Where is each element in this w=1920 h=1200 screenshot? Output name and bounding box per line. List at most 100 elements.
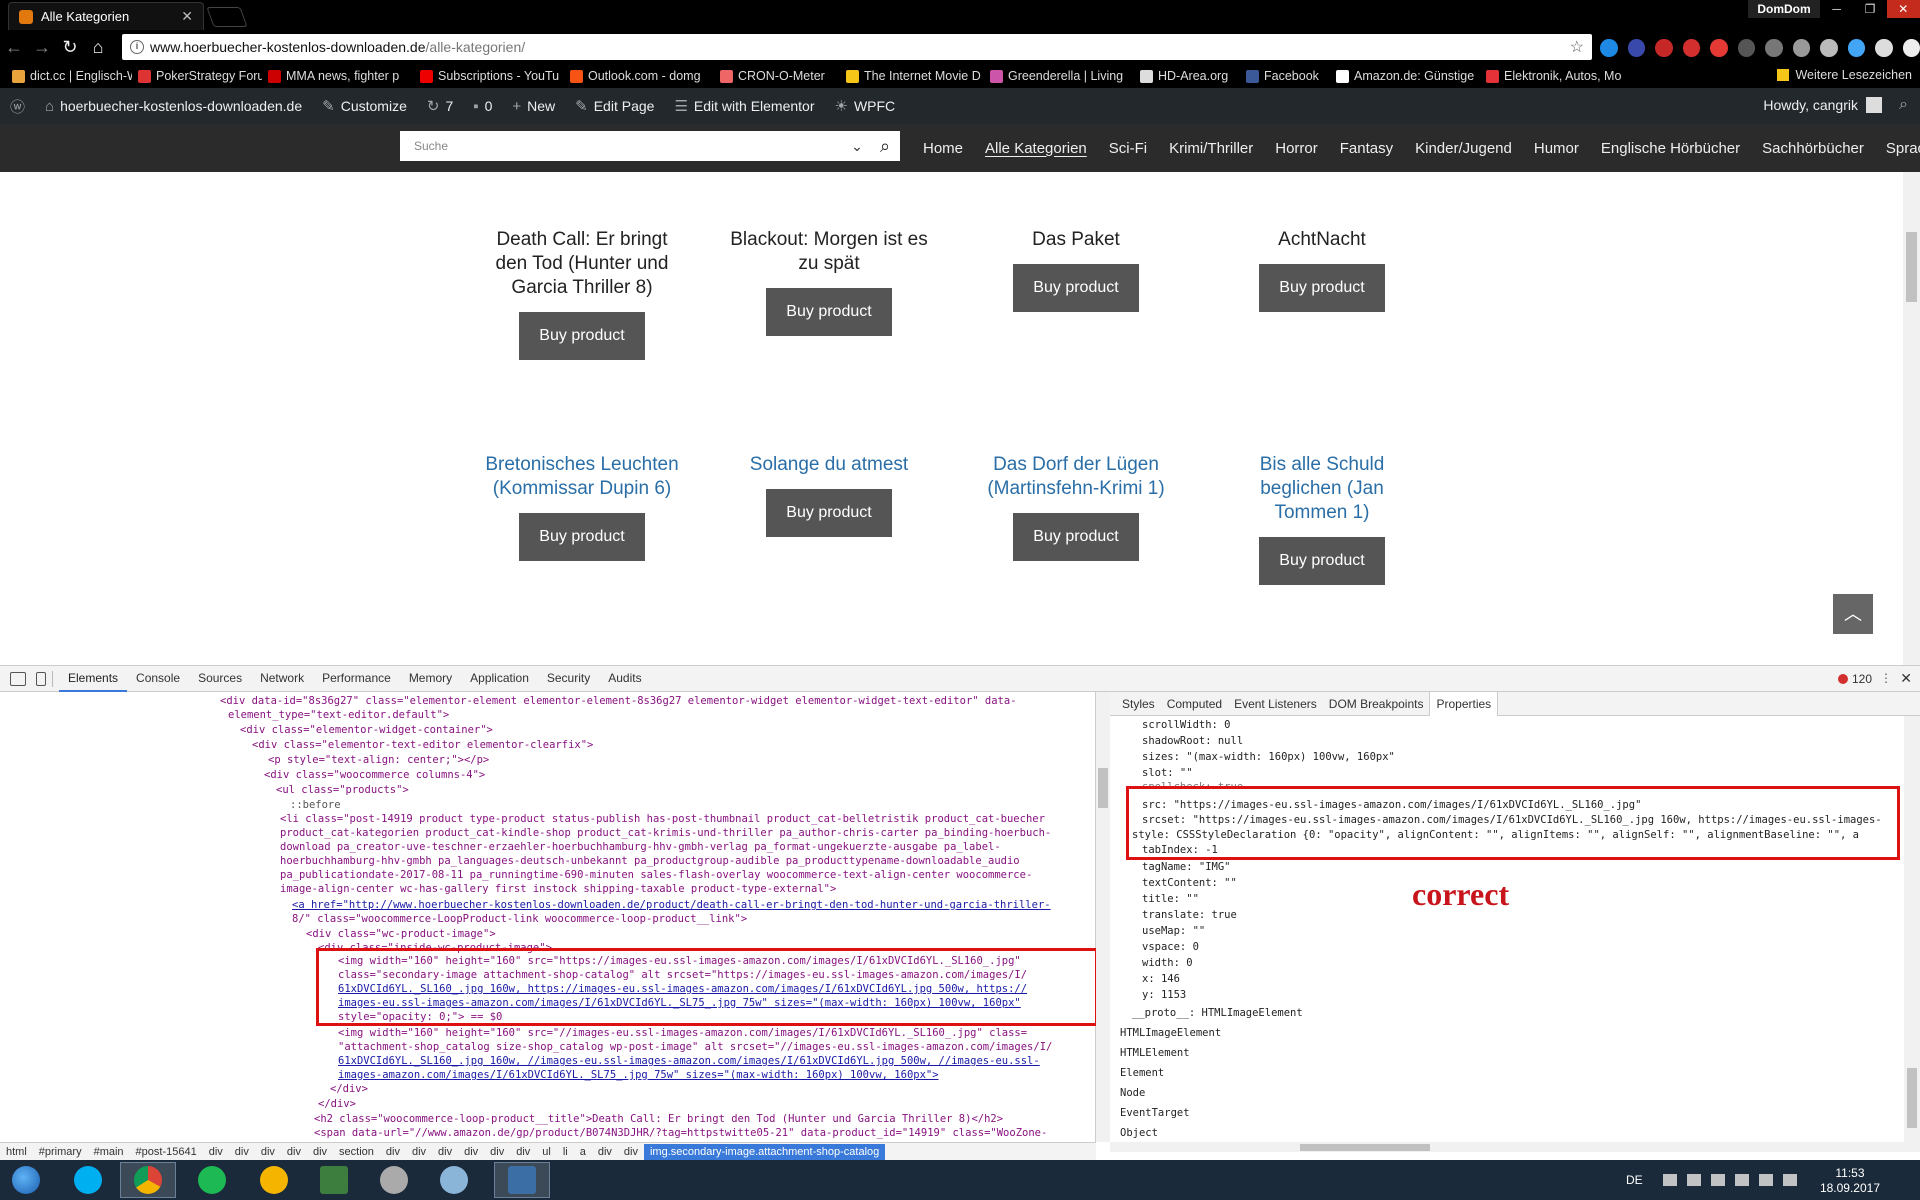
scrollbar-thumb[interactable] [1098, 768, 1108, 808]
properties-scrollbar[interactable] [1904, 716, 1920, 1142]
tab-styles[interactable]: Styles [1116, 692, 1161, 716]
horizontal-scrollbar[interactable] [1110, 1142, 1920, 1152]
property-line[interactable]: slot: "" [1142, 766, 1193, 780]
menu-item-sci-fi[interactable]: Sci-Fi [1098, 140, 1158, 157]
search-icon[interactable]: ⌕ [870, 136, 900, 157]
breadcrumb-item[interactable]: #primary [33, 1146, 88, 1158]
menu-item-krimi-thriller[interactable]: Krimi/Thriller [1158, 140, 1264, 157]
dom-line[interactable]: <a href="http://www.hoerbuecher-kostenlo… [292, 898, 1051, 912]
more-options-icon[interactable]: ⋮ [1880, 671, 1892, 685]
dom-line[interactable]: <img width="160" height="160" src="//ima… [338, 1026, 1027, 1040]
profile-button[interactable]: DomDom [1748, 0, 1820, 18]
error-counter[interactable]: 120 [1837, 672, 1872, 686]
language-indicator[interactable]: DE [1626, 1173, 1643, 1187]
prototype-line[interactable]: HTMLElement [1120, 1046, 1190, 1060]
tab-performance[interactable]: Performance [313, 665, 400, 692]
breadcrumb-item[interactable]: div [229, 1146, 255, 1158]
taskbar-app-terminal[interactable] [306, 1162, 362, 1198]
scrollbar-thumb[interactable] [1907, 1068, 1917, 1128]
extension-icon[interactable] [1875, 39, 1893, 57]
back-icon[interactable]: ← [0, 37, 28, 58]
taskbar-app-skype[interactable] [60, 1162, 116, 1198]
tab-console[interactable]: Console [127, 665, 189, 692]
bookmark-item[interactable]: dict.cc | Englisch-Wö [6, 69, 132, 83]
property-line[interactable]: y: 1153 [1142, 988, 1186, 1002]
property-line[interactable]: shadowRoot: null [1142, 734, 1243, 748]
breadcrumb-item[interactable]: div [510, 1146, 536, 1158]
breadcrumb-item[interactable]: div [618, 1146, 644, 1158]
product-title[interactable]: Blackout: Morgen ist es zu spät [704, 228, 954, 276]
wp-account-menu[interactable]: Howdy, cangrik [1763, 97, 1882, 113]
property-line[interactable]: tagName: "IMG" [1142, 860, 1231, 874]
search-icon[interactable]: ⌕ [1899, 96, 1908, 114]
minimize-icon[interactable]: ─ [1820, 0, 1853, 18]
product-title[interactable]: Bretonisches Leuchten (Kommissar Dupin 6) [457, 453, 707, 501]
breadcrumb-item[interactable]: div [592, 1146, 618, 1158]
dom-line[interactable]: <div class="elementor-widget-container"> [240, 723, 493, 737]
properties-panel[interactable]: scrollWidth: 0 shadowRoot: null sizes: "… [1110, 716, 1920, 1142]
extension-icon[interactable] [1792, 39, 1810, 57]
inspect-element-icon[interactable] [10, 671, 26, 686]
dom-line[interactable]: <li class="post-14919 product type-produ… [280, 812, 1045, 826]
breadcrumb-item[interactable]: div [432, 1146, 458, 1158]
tab-audits[interactable]: Audits [599, 665, 650, 692]
tab-properties[interactable]: Properties [1429, 691, 1499, 716]
restore-icon[interactable]: ❐ [1853, 0, 1886, 18]
elements-panel[interactable]: <div data-id="8s36g27" class="elementor-… [0, 692, 1096, 1142]
search-input[interactable]: Suche [400, 139, 844, 153]
breadcrumb-item[interactable]: a [574, 1146, 592, 1158]
property-line[interactable]: x: 146 [1142, 972, 1180, 986]
property-line[interactable]: scrollWidth: 0 [1142, 718, 1231, 732]
dom-line[interactable]: <ul class="products"> [276, 783, 409, 797]
address-bar[interactable]: i www.hoerbuecher-kostenlos-downloaden.d… [122, 34, 1592, 60]
extension-icon[interactable] [1655, 39, 1673, 57]
dom-line[interactable]: hoerbuchhamburg-hhv-gmbh pa_languages-de… [280, 854, 1020, 868]
buy-product-button[interactable]: Buy product [766, 288, 892, 336]
tab-computed[interactable]: Computed [1161, 692, 1228, 716]
taskbar-app-media[interactable] [366, 1162, 422, 1198]
wp-updates-link[interactable]: ↻ 7 [417, 97, 463, 115]
dom-line[interactable]: <div data-id="8s36g27" class="elementor-… [220, 694, 1017, 708]
tab-network[interactable]: Network [251, 665, 313, 692]
property-line[interactable]: translate: true [1142, 908, 1237, 922]
property-line[interactable]: vspace: 0 [1142, 940, 1199, 954]
menu-icon[interactable] [1902, 39, 1920, 57]
menu-item-home[interactable]: Home [912, 140, 974, 157]
dom-line[interactable]: <p style="text-align: center;"></p> [268, 753, 489, 767]
wp-wpfc-link[interactable]: ☀ WPFC [825, 97, 906, 115]
buy-product-button[interactable]: Buy product [766, 489, 892, 537]
bookmark-item[interactable]: Subscriptions - YouTu [414, 69, 564, 83]
clock[interactable]: 11:53 18.09.2017 [1820, 1166, 1880, 1196]
property-line[interactable]: __proto__: HTMLImageElement [1132, 1006, 1303, 1020]
breadcrumb-item-selected[interactable]: img.secondary-image.attachment-shop-cata… [643, 1143, 886, 1160]
menu-item-sachhoerbuecher[interactable]: Sachhörbücher [1751, 140, 1875, 157]
dom-line[interactable]: </div> [318, 1097, 356, 1111]
page-scrollbar[interactable] [1903, 172, 1920, 665]
product-title[interactable]: AchtNacht [1197, 228, 1447, 252]
dom-line[interactable]: download pa_creator-uve-teschner-erzaehl… [280, 840, 1001, 854]
dom-line[interactable]: ::before [290, 798, 341, 812]
prototype-line[interactable]: Object [1120, 1126, 1158, 1140]
prototype-line[interactable]: HTMLImageElement [1120, 1026, 1221, 1040]
product-title[interactable]: Death Call: Er bringt den Tod (Hunter und… [457, 228, 707, 300]
device-toolbar-icon[interactable] [36, 671, 46, 686]
window-close-icon[interactable]: ✕ [1886, 0, 1920, 18]
menu-item-fantasy[interactable]: Fantasy [1329, 140, 1404, 157]
property-line[interactable]: width: 0 [1142, 956, 1193, 970]
tray-icon[interactable] [1686, 1174, 1701, 1186]
breadcrumb-item[interactable]: div [203, 1146, 229, 1158]
menu-item-englische-hoerbuecher[interactable]: Englische Hörbücher [1590, 140, 1751, 157]
dom-line[interactable]: pa_publicationdate-2017-08-11 pa_running… [280, 868, 1032, 882]
dom-line[interactable]: product_cat-kategorien product_cat-kindl… [280, 826, 1051, 840]
extension-icon[interactable] [1765, 39, 1783, 57]
dom-line[interactable]: "attachment-shop_catalog size-shop_catal… [338, 1040, 1052, 1054]
product-title[interactable]: Solange du atmest [704, 453, 954, 477]
bookmark-item[interactable]: CRON-O-Meter [714, 69, 840, 83]
buy-product-button[interactable]: Buy product [1013, 513, 1139, 561]
wp-customize-link[interactable]: ✎ Customize [312, 97, 417, 115]
breadcrumb-item[interactable]: html [0, 1146, 33, 1158]
bookmark-item[interactable]: Facebook [1240, 69, 1330, 83]
property-line[interactable]: sizes: "(max-width: 160px) 100vw, 160px" [1142, 750, 1395, 764]
menu-item-alle-kategorien[interactable]: Alle Kategorien [974, 140, 1098, 157]
other-bookmarks[interactable]: Weitere Lesezeichen [1777, 68, 1912, 82]
